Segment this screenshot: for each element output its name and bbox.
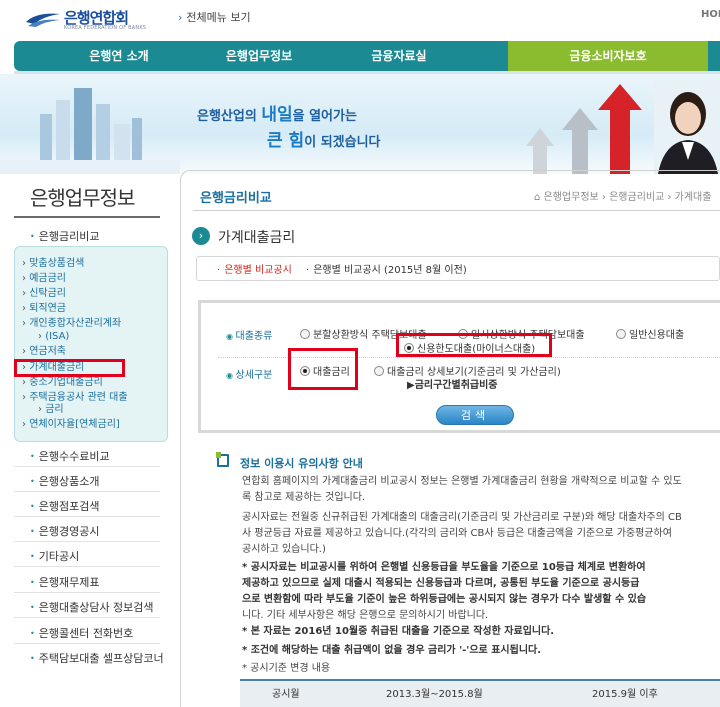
radio-dot — [616, 329, 626, 339]
search-button[interactable]: 검색 — [436, 405, 514, 425]
sidebar-item[interactable]: 은행재무제표 — [30, 574, 100, 590]
sidebar-item[interactable]: 은행콜센터 전화번호 — [30, 625, 134, 641]
radio-general-credit[interactable]: 일반신용대출 — [616, 326, 684, 341]
banner-text: 이 되겠습니다 — [304, 135, 381, 150]
notice-text-bold: * 공시자료는 비교공시를 위하여 은행별 신용등급을 부도율을 기준으로 10… — [242, 562, 646, 573]
submenu-item[interactable]: 개인종합자산관리계좌 — [22, 318, 121, 330]
notice-text: 니다. 기타 세부사항은 해당 은행으로 문의하시기 바랍니다. — [242, 610, 489, 621]
criteria-table-header: 공시월 2013.3월~2015.8월 2015.9월 이후 — [240, 679, 720, 707]
sidebar-title: 은행업무정보 — [30, 186, 135, 210]
rate-distribution-link[interactable]: ▶금리구간별취급비중 — [407, 376, 498, 391]
logo-mark-icon — [26, 13, 60, 27]
red-highlight-box — [14, 359, 125, 377]
gnb-item-about[interactable]: 은행연 소개 — [54, 41, 184, 71]
tab-bank-compare-before-2015[interactable]: 은행별 비교공시 (2015년 8월 이전) — [306, 261, 467, 276]
submenu-item[interactable]: 주택금융공사 관련 대출 — [22, 392, 127, 404]
top-bar: 은행연합회 KOREA FEDERATION OF BANKS › 전체메뉴 보기… — [0, 0, 720, 38]
sidebar-divider — [14, 643, 160, 644]
arrow-icon: › — [178, 11, 183, 24]
heading-divider — [193, 210, 720, 211]
sidebar-item[interactable]: 은행상품소개 — [30, 473, 100, 489]
radio-dot — [374, 366, 384, 376]
sidebar-divider — [14, 541, 160, 542]
notice-text-bold: * 조건에 해당하는 대출 취급액이 없을 경우 금리가 '-'으로 표시됩니다… — [242, 645, 542, 656]
submenu-item[interactable]: 중소기업대출금리 — [22, 377, 103, 389]
banner-highlight: 내일 — [261, 105, 293, 125]
sidebar-item[interactable]: 은행수수료비교 — [30, 448, 110, 464]
radio-label: 일반신용대출 — [629, 330, 685, 341]
sidebar-divider — [14, 566, 160, 567]
sidebar-item[interactable]: 기타공시 — [30, 548, 79, 564]
chevron-right-icon: › — [192, 227, 210, 245]
sidebar-divider — [14, 491, 160, 492]
notice-text-bold: 으로 변환함에 따라 부도율 기준이 높은 하위등급에는 공시되지 않는 경우가… — [242, 594, 647, 605]
sidebar-item[interactable]: 은행대출상담사 정보검색 — [30, 599, 154, 615]
notice-text-bold: * 본 자료는 2016년 10월중 취급된 대출을 기준으로 작성한 자료입니… — [242, 626, 555, 637]
notice-text: 공시하고 있습니다.) — [242, 544, 326, 555]
breadcrumb-text: 은행업무정보 › 은행금리비교 › 가계대출 — [543, 192, 712, 203]
section-title: 가계대출금리 — [218, 230, 296, 246]
breadcrumb: ⌂ 은행업무정보 › 은행금리비교 › 가계대출 — [534, 188, 711, 203]
city-skyline-icon — [0, 88, 180, 174]
table-header-cell: 2015.9월 이후 — [592, 689, 658, 700]
sidebar-item[interactable]: 은행점포검색 — [30, 498, 100, 514]
submenu-item[interactable]: 예금금리 — [22, 273, 66, 285]
table-header-cell: 공시월 — [272, 689, 300, 700]
submenu-item[interactable]: 연금저축 — [22, 346, 66, 358]
submenu-item[interactable]: 퇴직연금 — [22, 303, 66, 315]
home-icon: ⌂ — [534, 192, 544, 203]
growth-arrows-icon — [526, 84, 642, 174]
sidebar-divider — [14, 617, 160, 618]
red-highlight-box — [396, 333, 552, 357]
submenu-item-continued[interactable]: (ISA) — [38, 331, 69, 343]
detail-type-label: 상세구분 — [226, 366, 273, 381]
global-nav: 은행연 소개 은행업무정보 금융자료실 금융소비자보호 — [14, 41, 720, 71]
person-image — [654, 80, 720, 174]
gnb-item-bank-info[interactable]: 은행업무정보 — [194, 41, 324, 71]
notebook-icon — [216, 452, 229, 467]
table-header-cell: 2013.3월~2015.8월 — [386, 689, 483, 700]
red-highlight-box — [288, 348, 358, 390]
notice-text: * 공시기준 변경 내용 — [242, 663, 331, 674]
sidebar-item[interactable]: 주택담보대출 셀프상담코너 — [30, 650, 164, 666]
home-link[interactable]: HOM — [701, 9, 720, 20]
sidebar-divider — [14, 466, 160, 467]
notice-text: 록 참고로 제공하는 것입니다. — [242, 492, 366, 503]
logo-subtext: KOREA FEDERATION OF BANKS — [64, 25, 147, 31]
page-heading: 은행금리비교 — [200, 191, 272, 206]
submenu-item[interactable]: 맞춤상품검색 — [22, 258, 84, 270]
gnb-item-library[interactable]: 금융자료실 — [334, 41, 464, 71]
logo[interactable]: 은행연합회 KOREA FEDERATION OF BANKS — [24, 6, 146, 32]
radio-dot — [300, 329, 310, 339]
submenu-item[interactable]: 신탁금리 — [22, 288, 66, 300]
banner-text: 은행산업의 — [197, 109, 262, 124]
all-menu-label: 전체메뉴 보기 — [186, 11, 251, 24]
banner-slogan-line1: 은행산업의 내일을 열어가는 — [197, 100, 357, 125]
notice-text-bold: 제공하고 있으므로 실제 대출시 적용되는 신용등급과 다르며, 공통된 부도율… — [242, 578, 640, 589]
notice-text: 공시자료는 전월중 신규취급된 가계대출의 대출금리(기준금리 및 가산금리로 … — [242, 512, 682, 523]
submenu-item[interactable]: 연체이자율[연체금리] — [22, 419, 120, 431]
banner-text: 을 열어가는 — [292, 109, 357, 124]
sidebar-divider — [14, 516, 160, 517]
sidebar-item-rate-compare[interactable]: 은행금리비교 — [30, 228, 100, 244]
notice-text: 사 평균등급 자료를 제공하고 있습니다.(각각의 금리와 CB사 등급은 대출… — [242, 528, 672, 539]
gnb-item-consumer[interactable]: 금융소비자보호 — [508, 41, 708, 71]
sidebar-title-rule — [14, 216, 160, 218]
banner-slogan-line2: 큰 힘이 되겠습니다 — [267, 126, 381, 151]
sidebar-divider — [14, 592, 160, 593]
hero-banner: 은행산업의 내일을 열어가는 큰 힘이 되겠습니다 — [0, 74, 720, 174]
tab-bank-compare[interactable]: 은행별 비교공시 — [217, 261, 292, 276]
submenu-item-continued[interactable]: 금리 — [38, 404, 63, 416]
all-menu-link[interactable]: › 전체메뉴 보기 — [178, 9, 251, 25]
loan-type-label: 대출종류 — [226, 327, 273, 342]
banner-highlight: 큰 힘 — [267, 131, 305, 151]
notice-title: 정보 이용시 유의사항 안내 — [240, 457, 363, 470]
notice-text: 연합회 홈페이지의 가계대출금리 비교공시 정보는 은행별 가계대출금리 현황을… — [242, 476, 682, 487]
sidebar-item[interactable]: 은행경영공시 — [30, 523, 100, 539]
